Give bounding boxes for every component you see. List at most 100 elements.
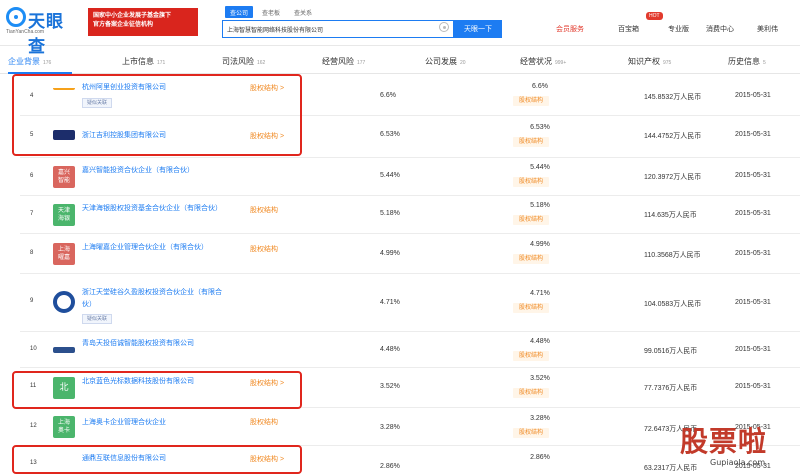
section-tabs: 企业背景 176 上市信息 171 司法风险 162 经营风险 177 公司发展 20 经… xyxy=(0,50,800,74)
table-row: 6 嘉兴 智能 嘉兴智能投资合伙企业（有限合伙） 5.44% 5.44% 股权结… xyxy=(20,158,800,196)
search-tab-relation[interactable]: 查关系 xyxy=(289,6,317,18)
row-number: 8 xyxy=(30,250,34,256)
company-name-link[interactable]: 上海奥卡企业管理合伙企业 xyxy=(82,417,232,429)
tab-development[interactable]: 公司发展 20 xyxy=(425,50,466,74)
share-percent: 4.99% xyxy=(380,250,400,257)
equity-structure-button[interactable]: 股权结构 xyxy=(513,388,550,398)
row-number: 6 xyxy=(30,173,34,179)
company-name-link[interactable]: 浙江天堂硅谷久盈股权投资合伙企业（有限合伙） xyxy=(82,287,232,311)
equity-structure-button[interactable]: 股权结构 xyxy=(513,137,550,147)
tab-count: 177 xyxy=(357,60,366,66)
tab-history[interactable]: 历史信息 5 xyxy=(728,50,766,74)
company-name-link[interactable]: 上海曜嘉企业管理合伙企业（有限合伙） xyxy=(82,242,232,254)
capital-amount: 145.8532万人民币 xyxy=(644,94,702,101)
nav-vip-services[interactable]: 会员服务 xyxy=(556,24,584,34)
share-percent-2: 6.53% xyxy=(530,124,550,131)
capital-amount: 114.635万人民币 xyxy=(644,212,697,219)
share-percent: 6.53% xyxy=(380,131,400,138)
tab-listing[interactable]: 上市信息 171 xyxy=(122,50,165,74)
tab-operation-status[interactable]: 经营状况 999+ xyxy=(520,50,566,74)
investment-date: 2015-05-31 xyxy=(735,92,771,99)
eye-logo-icon xyxy=(6,7,26,27)
share-percent: 3.52% xyxy=(380,383,400,390)
tab-background[interactable]: 企业背景 176 xyxy=(8,50,51,74)
share-percent-2: 4.71% xyxy=(530,290,550,297)
tab-label: 历史信息 xyxy=(728,57,760,66)
search-box xyxy=(222,20,454,38)
tab-operation-risk[interactable]: 经营风险 177 xyxy=(322,50,365,74)
nav-enterprise[interactable]: 百宝箱 xyxy=(618,24,639,34)
tab-ip[interactable]: 知识产权 975 xyxy=(628,50,671,74)
equity-structure-button[interactable]: 股权结构 xyxy=(513,254,550,264)
logo-domain: TianYanCha.com xyxy=(6,29,45,35)
tab-label: 上市信息 xyxy=(122,57,154,66)
top-header: 天眼查 TianYanCha.com 国家中小企业发展子基金旗下 官方备案企业征… xyxy=(0,0,800,56)
investment-date: 2015-05-31 xyxy=(735,250,771,257)
company-logo xyxy=(53,291,75,313)
capital-amount: 144.4752万人民币 xyxy=(644,133,702,140)
share-percent-2: 2.86% xyxy=(530,454,550,461)
search-tab-boss[interactable]: 查老板 xyxy=(257,6,285,18)
share-percent: 5.44% xyxy=(380,172,400,179)
share-percent: 4.71% xyxy=(380,299,400,306)
equity-structure-button[interactable]: 股权结构 xyxy=(513,351,550,361)
nav-consume[interactable]: 消费中心 xyxy=(706,24,734,34)
tab-label: 司法风险 xyxy=(222,57,254,66)
investment-date: 2015-05-31 xyxy=(735,346,771,353)
tab-legal-risk[interactable]: 司法风险 162 xyxy=(222,50,265,74)
tab-count: 20 xyxy=(460,60,466,66)
share-percent: 6.6% xyxy=(380,92,396,99)
share-percent-2: 4.48% xyxy=(530,338,550,345)
share-percent: 5.18% xyxy=(380,210,400,217)
search-tab-company[interactable]: 查公司 xyxy=(225,6,254,18)
investment-date: 2015-05-31 xyxy=(735,131,771,138)
company-name-link[interactable]: 青岛天投佰诚智能股权投资有限公司 xyxy=(82,338,232,350)
watermark-url: Gupiaola.com xyxy=(710,458,766,467)
share-percent-2: 5.18% xyxy=(530,202,550,209)
capital-amount: 110.3568万人民币 xyxy=(644,252,701,259)
gov-badge-line1: 国家中小企业发展子基金旗下 xyxy=(93,13,172,19)
share-percent-2: 3.52% xyxy=(530,375,550,382)
search-input[interactable] xyxy=(227,23,427,36)
tab-count: 5 xyxy=(763,60,766,66)
site-logo[interactable]: 天眼查 TianYanCha.com xyxy=(6,5,78,56)
equity-structure-button[interactable]: 股权结构 xyxy=(513,177,550,187)
table-row: 7 天津 海银 天津海银股权投资基金合伙企业（有限合伙） 股权结构 5.18% … xyxy=(20,196,800,234)
tab-label: 知识产权 xyxy=(628,57,660,66)
gov-badge[interactable]: 国家中小企业发展子基金旗下 官方备案企业征信机构 xyxy=(88,8,198,36)
capital-amount: 77.7376万人民币 xyxy=(644,385,698,392)
table-row: 10 青岛天投佰诚智能股权投资有限公司 4.48% 4.48% 股权结构 99.… xyxy=(20,332,800,368)
table-row: 9 浙江天堂硅谷久盈股权投资合伙企业（有限合伙） 疑似关联 4.71% 4.71… xyxy=(20,274,800,332)
equity-structure-button[interactable]: 股权结构 xyxy=(513,303,550,313)
capital-amount: 99.0516万人民币 xyxy=(644,348,698,355)
equity-structure-link[interactable]: 股权结构 xyxy=(250,417,278,427)
company-logo: 嘉兴 智能 xyxy=(53,166,75,188)
row-number: 9 xyxy=(30,298,34,304)
watermark-logo: 股票啦 xyxy=(680,425,768,458)
related-tag[interactable]: 疑似关联 xyxy=(82,314,113,324)
search-type-tabs: 查公司 查老板 查关系 xyxy=(225,6,321,18)
equity-structure-button[interactable]: 股权结构 xyxy=(513,428,550,438)
company-logo: 上海 曜嘉 xyxy=(53,243,75,265)
tab-label: 企业背景 xyxy=(8,57,40,66)
share-percent-2: 3.28% xyxy=(530,415,550,422)
camera-icon[interactable] xyxy=(439,22,449,32)
equity-structure-button[interactable]: 股权结构 xyxy=(513,215,550,225)
nav-pro[interactable]: 专业版 xyxy=(668,24,689,34)
investment-date: 2015-05-31 xyxy=(735,172,771,179)
company-logo: 上海 奥卡 xyxy=(53,416,75,438)
capital-amount: 104.0583万人民币 xyxy=(644,301,702,308)
tab-count: 171 xyxy=(157,60,166,66)
share-percent-2: 6.6% xyxy=(532,83,548,90)
search-button[interactable]: 天眼一下 xyxy=(454,20,502,38)
equity-structure-button[interactable]: 股权结构 xyxy=(513,96,550,106)
share-percent: 2.86% xyxy=(380,463,400,470)
nav-user[interactable]: 美利伟 xyxy=(757,24,778,34)
equity-structure-link[interactable]: 股权结构 xyxy=(250,244,278,254)
highlight-box-rows-4-5 xyxy=(12,74,302,156)
company-name-link[interactable]: 嘉兴智能投资合伙企业（有限合伙） xyxy=(82,165,232,177)
equity-structure-link[interactable]: 股权结构 xyxy=(250,205,278,215)
share-percent: 3.28% xyxy=(380,424,400,431)
company-name-link[interactable]: 天津海银股权投资基金合伙企业（有限合伙） xyxy=(82,203,232,215)
capital-amount: 63.2317万人民币 xyxy=(644,465,698,472)
